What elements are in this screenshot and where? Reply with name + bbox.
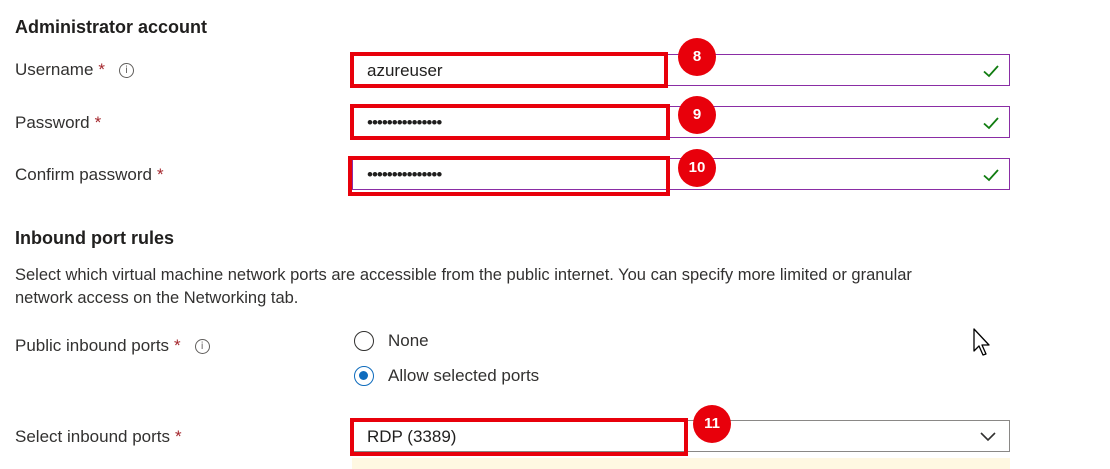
checkmark-icon bbox=[983, 117, 999, 130]
radio-button-selected[interactable] bbox=[354, 366, 374, 386]
username-label: Username * i bbox=[15, 60, 135, 80]
checkmark-icon bbox=[983, 169, 999, 182]
description-line: network access on the Networking tab. bbox=[15, 289, 299, 307]
radio-none[interactable]: None bbox=[354, 331, 429, 351]
required-asterisk: * bbox=[157, 165, 164, 184]
callout-box-11 bbox=[350, 418, 688, 456]
radio-label: Allow selected ports bbox=[388, 366, 540, 385]
callout-box-10 bbox=[348, 156, 670, 196]
password-label-text: Password bbox=[15, 113, 90, 132]
section-heading-administrator-account: Administrator account bbox=[15, 17, 208, 37]
confirm-password-label: Confirm password * bbox=[15, 165, 164, 185]
required-asterisk: * bbox=[98, 60, 106, 79]
callout-box-8 bbox=[350, 52, 668, 88]
checkmark-icon bbox=[983, 65, 999, 78]
radio-button[interactable] bbox=[354, 331, 374, 351]
public-inbound-ports-label: Public inbound ports * i bbox=[15, 336, 210, 356]
description-line: Select which virtual machine network por… bbox=[15, 266, 912, 284]
callout-badge-8: 8 bbox=[678, 38, 716, 76]
select-inbound-ports-label-text: Select inbound ports bbox=[15, 427, 170, 446]
confirm-password-label-text: Confirm password bbox=[15, 165, 152, 184]
callout-box-9 bbox=[350, 104, 670, 140]
warning-banner bbox=[352, 458, 1010, 469]
callout-badge-9: 9 bbox=[678, 96, 716, 134]
required-asterisk: * bbox=[174, 336, 181, 355]
public-inbound-ports-label-text: Public inbound ports bbox=[15, 336, 170, 355]
info-icon[interactable]: i bbox=[194, 338, 210, 354]
mouse-cursor-icon bbox=[973, 328, 990, 356]
section-heading-inbound-port-rules: Inbound port rules bbox=[15, 228, 174, 248]
callout-badge-11: 11 bbox=[693, 405, 731, 443]
callout-badge-10: 10 bbox=[678, 149, 716, 187]
info-icon[interactable]: i bbox=[119, 62, 135, 78]
chevron-down-icon[interactable] bbox=[979, 429, 997, 443]
inbound-description: Select which virtual machine network por… bbox=[15, 264, 1015, 310]
required-asterisk: * bbox=[94, 113, 102, 132]
radio-label: None bbox=[388, 331, 429, 350]
radio-allow-selected-ports[interactable]: Allow selected ports bbox=[354, 366, 539, 386]
select-inbound-ports-label: Select inbound ports * bbox=[15, 427, 182, 447]
password-label: Password * bbox=[15, 113, 101, 133]
username-label-text: Username bbox=[15, 60, 94, 79]
required-asterisk: * bbox=[175, 427, 182, 446]
